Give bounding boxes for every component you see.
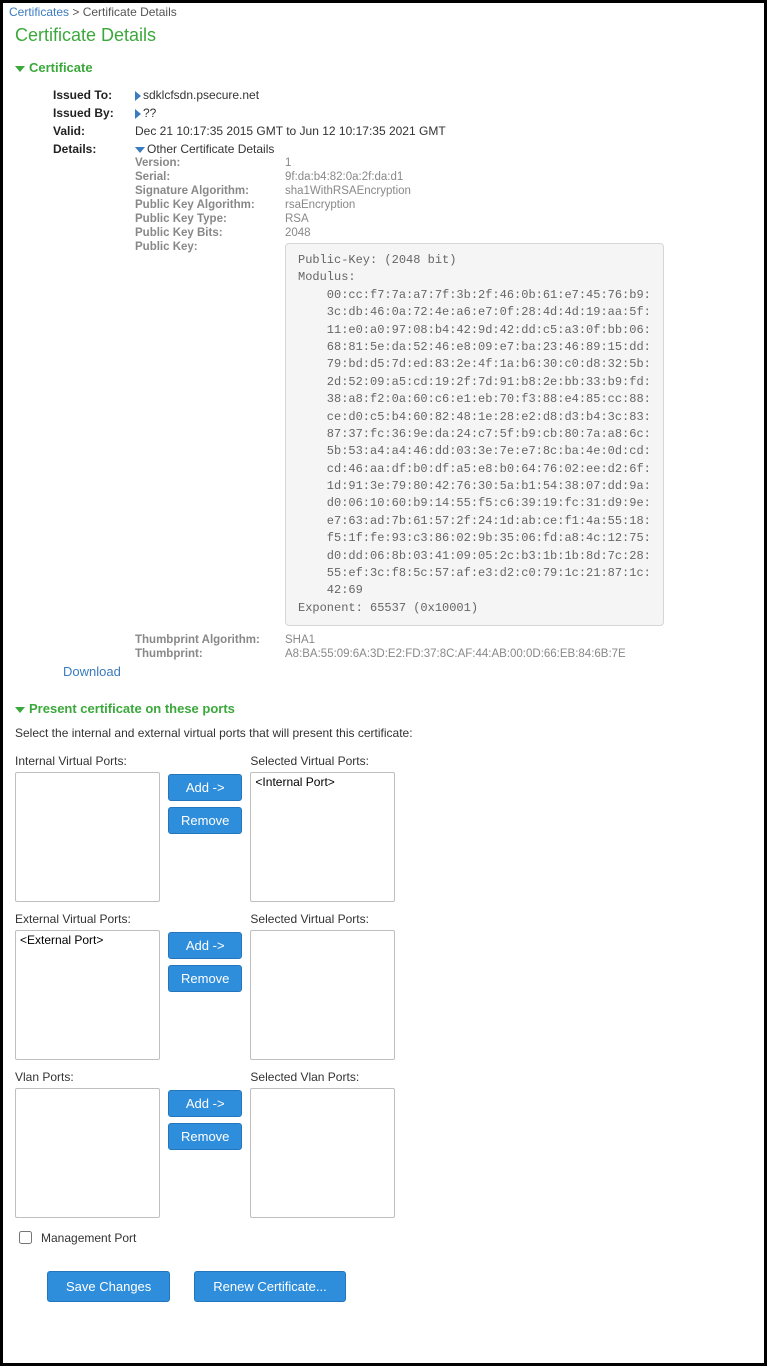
download-link[interactable]: Download xyxy=(63,664,121,679)
public-key-box: Public-Key: (2048 bit) Modulus: 00:cc:f7… xyxy=(285,243,664,626)
serial-label: Serial: xyxy=(135,170,285,184)
ports-intro: Select the internal and external virtual… xyxy=(15,726,752,740)
pkalg-label: Public Key Algorithm: xyxy=(135,198,285,212)
chevron-down-icon xyxy=(15,707,25,713)
management-port-label: Management Port xyxy=(41,1231,136,1245)
selected-vlan-label: Selected Vlan Ports: xyxy=(250,1070,395,1084)
issued-by-label: Issued By: xyxy=(53,105,133,121)
thumbalg-value: SHA1 xyxy=(285,633,664,647)
renew-certificate-button[interactable]: Renew Certificate... xyxy=(194,1271,345,1302)
serial-value: 9f:da:b4:82:0a:2f:da:d1 xyxy=(285,170,664,184)
breadcrumb: Certificates > Certificate Details xyxy=(9,5,752,19)
add-vlan-button[interactable]: Add -> xyxy=(168,1090,242,1117)
section-certificate-header[interactable]: Certificate xyxy=(15,60,752,75)
breadcrumb-sep: > xyxy=(69,5,83,19)
valid-value: Dec 21 10:17:35 2015 GMT to Jun 12 10:17… xyxy=(135,123,668,139)
details-label: Details: xyxy=(53,141,133,662)
expand-icon[interactable] xyxy=(135,91,141,101)
selected-internal-listbox[interactable]: <Internal Port> xyxy=(250,772,395,902)
thumb-label: Thumbprint: xyxy=(135,647,285,661)
issued-to-label: Issued To: xyxy=(53,87,133,103)
details-toggle-text[interactable]: Other Certificate Details xyxy=(147,142,274,156)
issued-to-value: sdklcfsdn.psecure.net xyxy=(143,88,259,102)
section-ports-header[interactable]: Present certificate on these ports xyxy=(15,701,752,716)
collapse-icon[interactable] xyxy=(135,147,145,153)
sigalg-value: sha1WithRSAEncryption xyxy=(285,184,664,198)
breadcrumb-parent-link[interactable]: Certificates xyxy=(9,5,69,19)
selected-vlan-listbox[interactable] xyxy=(250,1088,395,1218)
issued-by-value: ?? xyxy=(143,106,156,120)
valid-label: Valid: xyxy=(53,123,133,139)
expand-icon[interactable] xyxy=(135,109,141,119)
list-item[interactable]: <External Port> xyxy=(18,933,157,948)
add-external-button[interactable]: Add -> xyxy=(168,932,242,959)
thumbalg-label: Thumbprint Algorithm: xyxy=(135,633,285,647)
remove-vlan-button[interactable]: Remove xyxy=(168,1123,242,1150)
section-ports-label: Present certificate on these ports xyxy=(29,701,235,716)
external-ports-label: External Virtual Ports: xyxy=(15,912,160,926)
remove-internal-button[interactable]: Remove xyxy=(168,807,242,834)
internal-ports-label: Internal Virtual Ports: xyxy=(15,754,160,768)
internal-ports-listbox[interactable] xyxy=(15,772,160,902)
pktype-label: Public Key Type: xyxy=(135,212,285,226)
selected-external-listbox[interactable] xyxy=(250,930,395,1060)
thumb-value: A8:BA:55:09:6A:3D:E2:FD:37:8C:AF:44:AB:0… xyxy=(285,647,664,661)
pktype-value: RSA xyxy=(285,212,664,226)
remove-external-button[interactable]: Remove xyxy=(168,965,242,992)
list-item[interactable]: <Internal Port> xyxy=(253,775,392,790)
version-value: 1 xyxy=(285,156,664,170)
pkbits-label: Public Key Bits: xyxy=(135,226,285,240)
pk-label: Public Key: xyxy=(135,240,285,633)
sigalg-label: Signature Algorithm: xyxy=(135,184,285,198)
chevron-down-icon xyxy=(15,66,25,72)
pkalg-value: rsaEncryption xyxy=(285,198,664,212)
vlan-ports-label: Vlan Ports: xyxy=(15,1070,160,1084)
section-certificate-label: Certificate xyxy=(29,60,93,75)
version-label: Version: xyxy=(135,156,285,170)
add-internal-button[interactable]: Add -> xyxy=(168,774,242,801)
vlan-ports-listbox[interactable] xyxy=(15,1088,160,1218)
breadcrumb-current: Certificate Details xyxy=(83,5,177,19)
save-changes-button[interactable]: Save Changes xyxy=(47,1271,170,1302)
pkbits-value: 2048 xyxy=(285,226,664,240)
management-port-checkbox[interactable] xyxy=(19,1231,32,1244)
selected-internal-label: Selected Virtual Ports: xyxy=(250,754,395,768)
external-ports-listbox[interactable]: <External Port> xyxy=(15,930,160,1060)
page-title: Certificate Details xyxy=(15,25,752,46)
selected-external-label: Selected Virtual Ports: xyxy=(250,912,395,926)
